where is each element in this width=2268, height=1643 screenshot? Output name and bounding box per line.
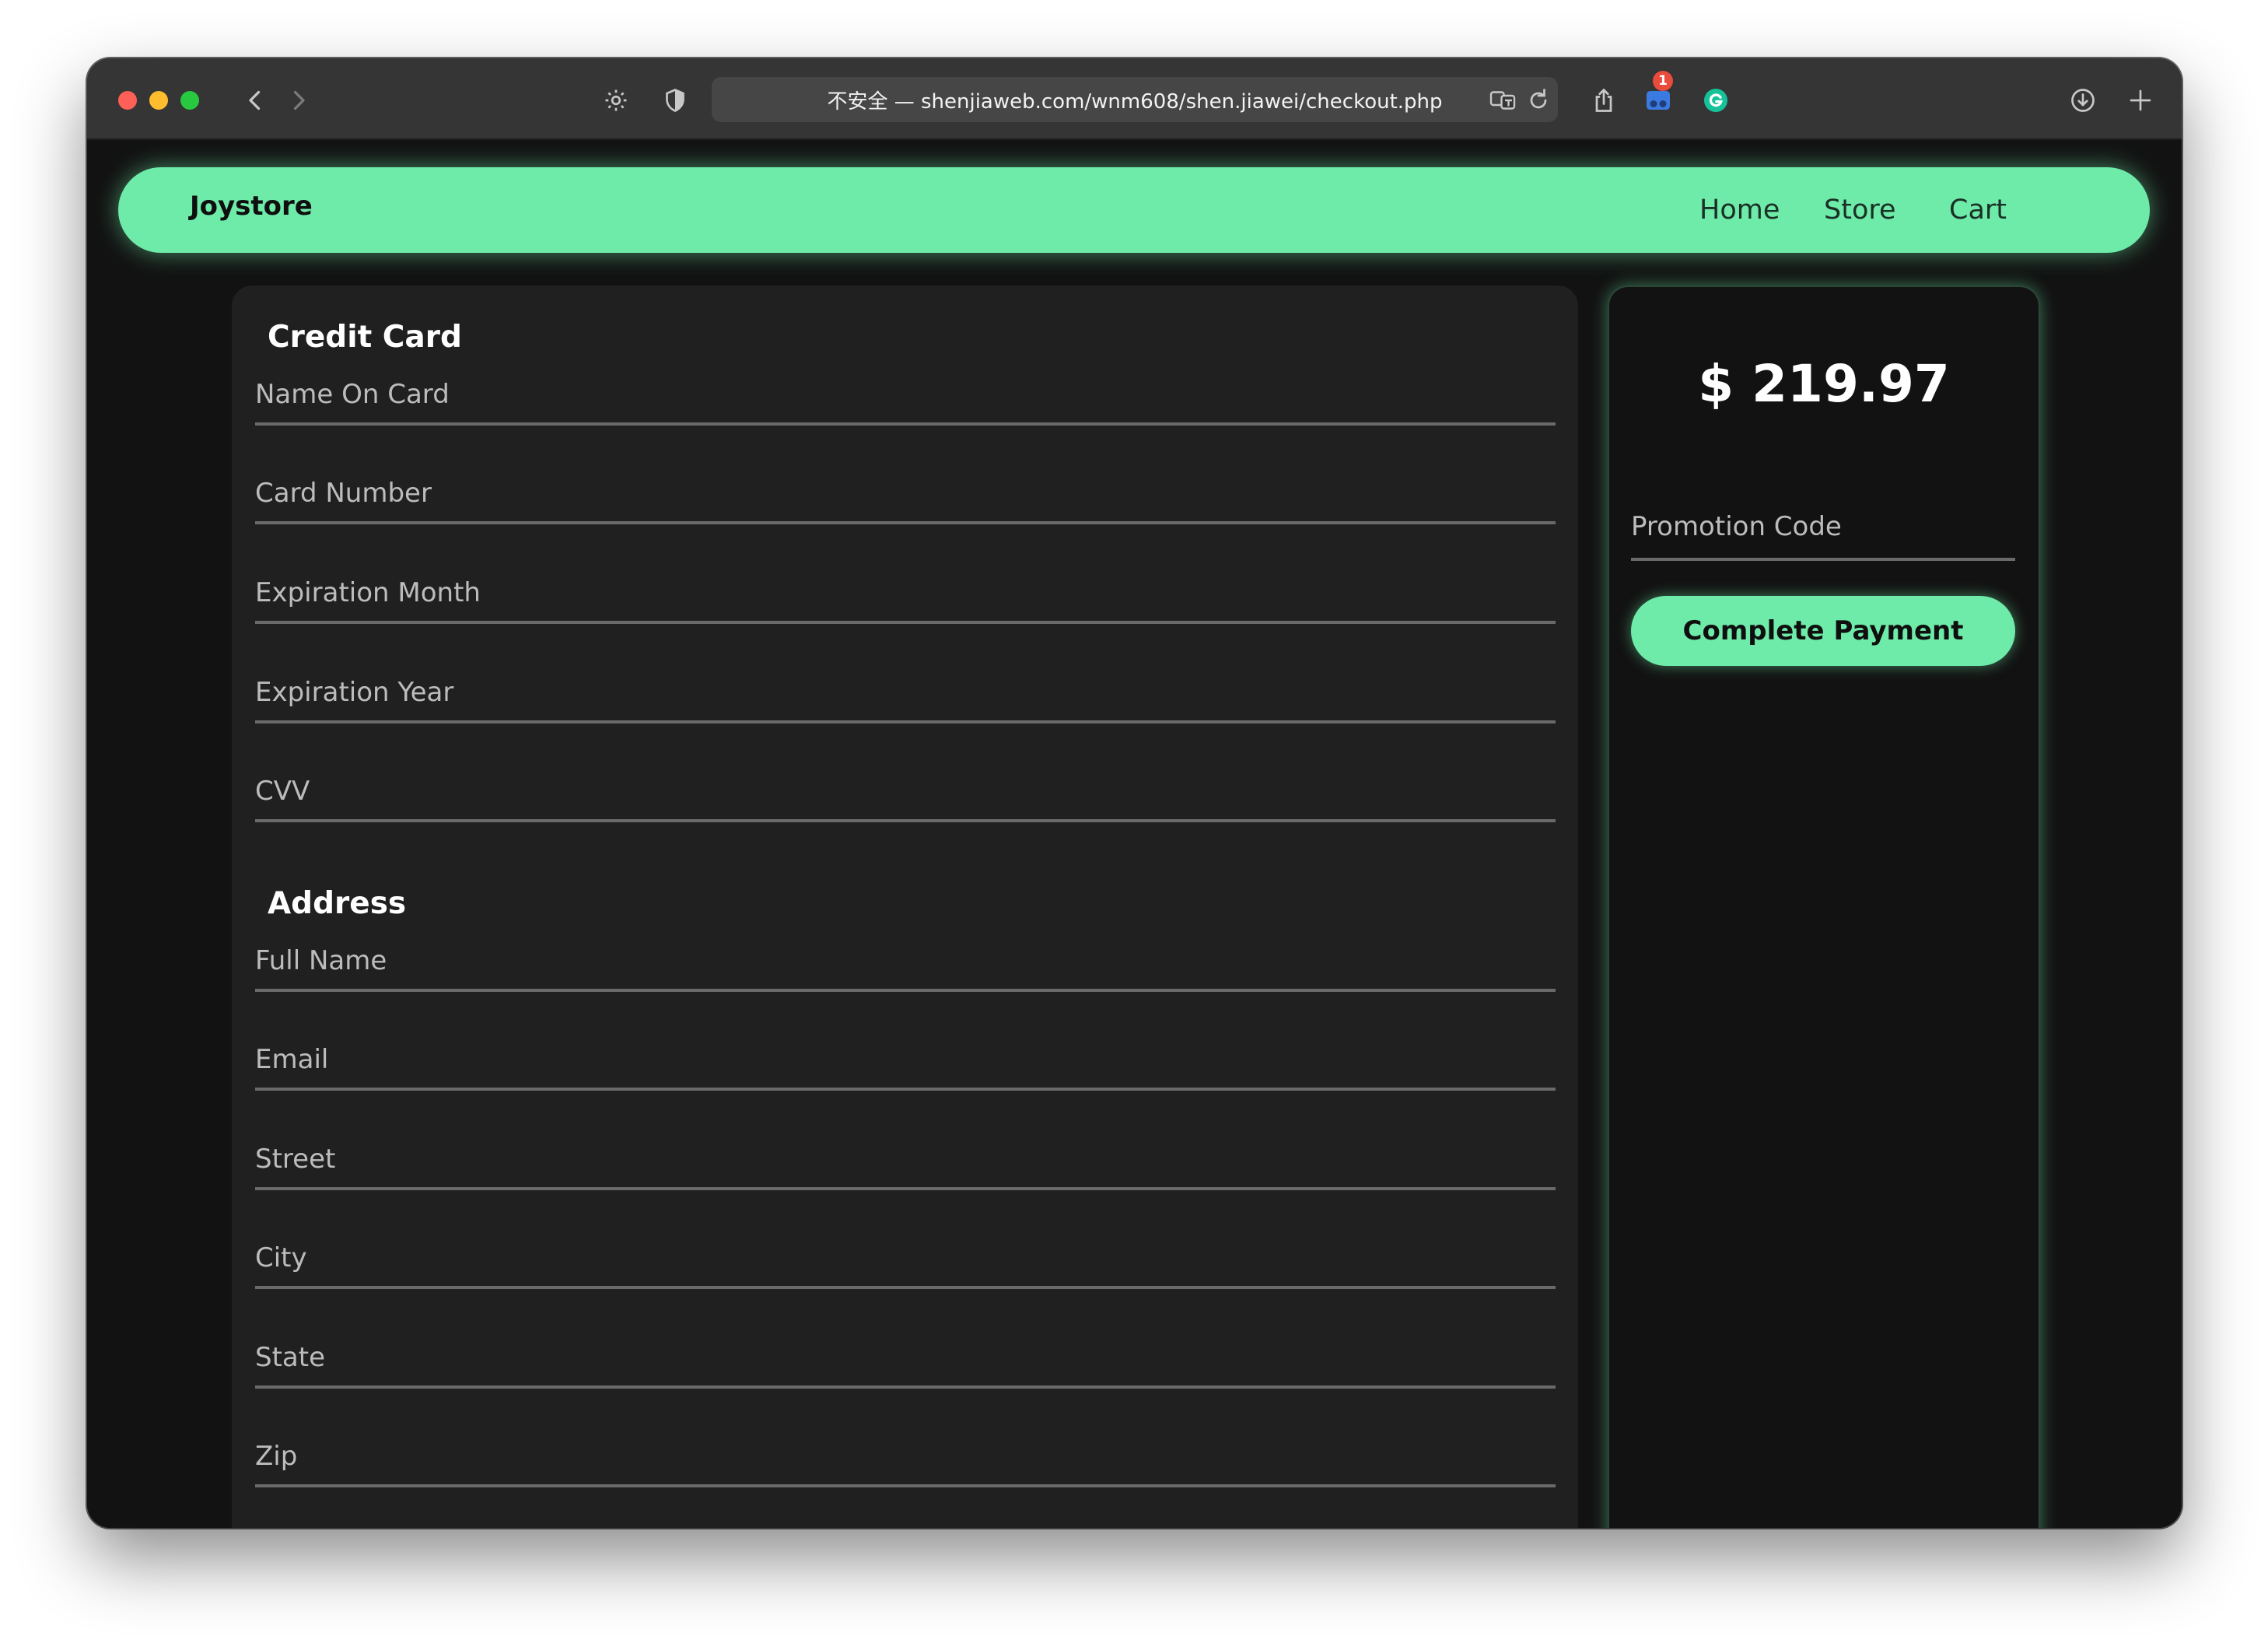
translate-icon[interactable] (1487, 85, 1518, 116)
checkout-form-panel: Credit Card Name On Card Card Number Exp… (232, 286, 1578, 1528)
zip-field[interactable]: Zip (255, 1421, 1556, 1487)
new-tab-icon[interactable] (2125, 85, 2156, 116)
download-icon[interactable] (2067, 85, 2098, 116)
full-name-field[interactable]: Full Name (255, 925, 1556, 992)
name-on-card-field[interactable]: Name On Card (255, 359, 1556, 426)
gear-icon[interactable] (600, 85, 632, 116)
reload-icon[interactable] (1523, 85, 1554, 116)
brand-logo[interactable]: Joystore (190, 167, 313, 253)
state-field[interactable]: State (255, 1322, 1556, 1389)
nav-link-store[interactable]: Store (1824, 167, 1896, 253)
url-text: 不安全 — shenjiaweb.com/wnm608/shen.jiawei/… (827, 89, 1443, 114)
grammarly-icon[interactable] (1700, 85, 1731, 116)
shield-icon[interactable] (660, 85, 691, 116)
site-navbar: Joystore Home Store Cart (118, 167, 2150, 253)
expiration-month-field[interactable]: Expiration Month (255, 557, 1556, 624)
nav-link-home[interactable]: Home (1699, 167, 1780, 253)
back-icon[interactable] (240, 85, 271, 116)
city-field[interactable]: City (255, 1222, 1556, 1289)
promotion-code-field[interactable]: Promotion Code (1631, 491, 2015, 561)
card-number-field[interactable]: Card Number (255, 457, 1556, 524)
close-window-button[interactable] (118, 91, 137, 110)
forward-icon[interactable] (283, 85, 314, 116)
page-content: Joystore Home Store Cart Credit Card Nam… (87, 142, 2182, 1528)
complete-payment-button[interactable]: Complete Payment (1631, 596, 2015, 666)
nav-link-cart[interactable]: Cart (1949, 167, 2007, 253)
address-bar[interactable]: 不安全 — shenjiaweb.com/wnm608/shen.jiawei/… (712, 77, 1558, 122)
address-heading: Address (268, 886, 407, 921)
extension-badge: 1 (1653, 71, 1673, 91)
order-summary-panel: $ 219.97 Promotion Code Complete Payment (1608, 286, 2040, 1528)
email-field[interactable]: Email (255, 1024, 1556, 1091)
minimize-window-button[interactable] (149, 91, 168, 110)
credit-card-heading: Credit Card (268, 320, 462, 355)
order-total: $ 219.97 (1698, 354, 1950, 414)
street-field[interactable]: Street (255, 1123, 1556, 1190)
cvv-field[interactable]: CVV (255, 755, 1556, 822)
share-icon[interactable] (1588, 85, 1619, 116)
zoom-window-button[interactable] (180, 91, 199, 110)
browser-window: 不安全 — shenjiaweb.com/wnm608/shen.jiawei/… (87, 58, 2182, 1528)
browser-toolbar: 不安全 — shenjiaweb.com/wnm608/shen.jiawei/… (87, 58, 2182, 140)
expiration-year-field[interactable]: Expiration Year (255, 657, 1556, 723)
